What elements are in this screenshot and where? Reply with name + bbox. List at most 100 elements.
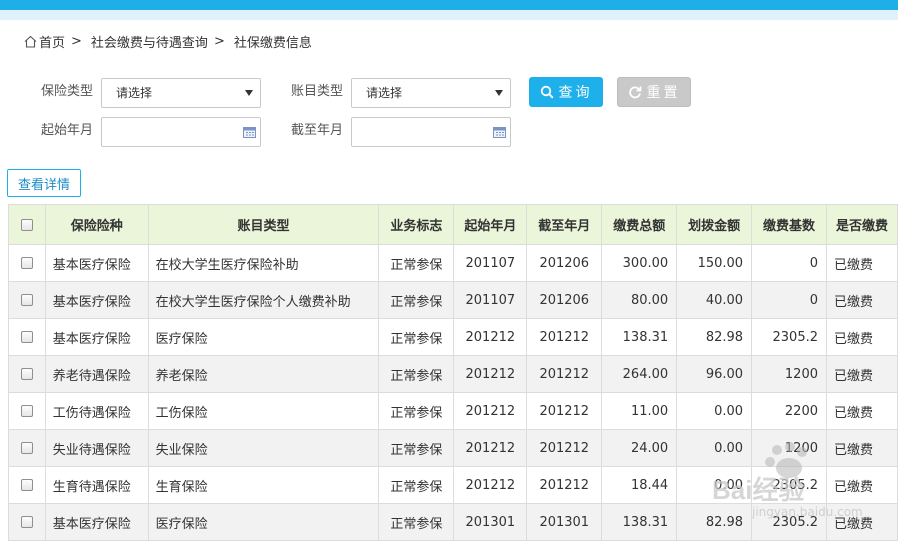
- allocated-amount-cell: 0.00: [676, 392, 753, 430]
- table-row[interactable]: 基本医疗保险 医疗保险 正常参保 201212 201212 138.31 82.98 230…: [8, 318, 898, 356]
- row-select-cell: [8, 355, 46, 393]
- end-month-label: 截至年月: [291, 123, 344, 138]
- business-flag-cell: 正常参保: [378, 318, 455, 356]
- view-details-button[interactable]: 查看详情: [7, 169, 81, 197]
- row-checkbox[interactable]: [20, 405, 33, 417]
- paid-status-cell: 已缴费: [826, 429, 898, 467]
- insurance-kind-cell: 基本医疗保险: [44, 244, 149, 282]
- query-button-label: 查询: [558, 85, 593, 101]
- row-select-cell: [8, 503, 46, 541]
- business-flag-cell: 正常参保: [378, 281, 455, 319]
- account-type-cell: 在校大学生医疗保险补助: [147, 244, 380, 282]
- total-payment-cell: 80.00: [601, 281, 678, 319]
- account-type-value: 请选择: [366, 86, 403, 100]
- refresh-icon: [628, 86, 641, 99]
- insurance-kind-cell: 基本医疗保险: [44, 281, 149, 319]
- row-select-cell: [8, 318, 46, 356]
- paid-status-cell: 已缴费: [826, 281, 898, 319]
- row-checkbox[interactable]: [20, 442, 33, 454]
- account-type-cell: 失业保险: [147, 429, 380, 467]
- row-checkbox[interactable]: [20, 257, 33, 269]
- start-month-label: 起始年月: [41, 123, 94, 138]
- start-month-cell: 201301: [453, 503, 528, 541]
- table-row[interactable]: 工伤待遇保险 工伤保险 正常参保 201212 201212 11.00 0.00 2200 已…: [8, 392, 898, 430]
- row-checkbox[interactable]: [20, 479, 33, 491]
- row-checkbox[interactable]: [20, 294, 33, 306]
- insurance-type-label: 保险类型: [41, 84, 94, 99]
- total-payment-cell: 300.00: [601, 244, 678, 282]
- breadcrumb: 首页 > 社会缴费与待遇查询 > 社保缴费信息: [24, 32, 312, 51]
- table-row[interactable]: 失业待遇保险 失业保险 正常参保 201212 201212 24.00 0.00 1200 已…: [8, 429, 898, 467]
- start-month-cell: 201212: [453, 466, 528, 504]
- breadcrumb-current: 社保缴费信息: [233, 35, 312, 51]
- payment-table: 保险险种 账目类型 业务标志 起始年月 截至年月 缴费总额 划拨金额 缴费基数 …: [8, 204, 898, 541]
- paid-status-cell: 已缴费: [826, 392, 898, 430]
- calendar-icon[interactable]: [243, 126, 256, 138]
- start-month-input[interactable]: [101, 117, 261, 147]
- chevron-down-icon: [495, 90, 503, 96]
- allocated-amount-cell: 82.98: [676, 503, 753, 541]
- business-flag-cell: 正常参保: [378, 503, 455, 541]
- total-payment-cell: 11.00: [601, 392, 678, 430]
- top-accent-band: [0, 10, 898, 20]
- payment-base-cell: 2305.2: [751, 466, 827, 504]
- column-header[interactable]: 划拨金额: [676, 204, 753, 245]
- column-header[interactable]: 账目类型: [147, 204, 380, 245]
- allocated-amount-cell: 40.00: [676, 281, 753, 319]
- start-month-cell: 201107: [453, 281, 528, 319]
- insurance-kind-cell: 养老待遇保险: [44, 355, 149, 393]
- payment-base-cell: 1200: [751, 355, 827, 393]
- table-row[interactable]: 基本医疗保险 医疗保险 正常参保 201301 201301 138.31 82.98 230…: [8, 503, 898, 541]
- column-header[interactable]: 是否缴费: [826, 204, 898, 245]
- business-flag-cell: 正常参保: [378, 355, 455, 393]
- paid-status-cell: 已缴费: [826, 318, 898, 356]
- end-month-cell: 201212: [526, 392, 603, 430]
- account-type-cell: 养老保险: [147, 355, 380, 393]
- query-button[interactable]: 查询: [529, 77, 603, 107]
- column-header[interactable]: 起始年月: [453, 204, 528, 245]
- column-header[interactable]: 缴费基数: [751, 204, 827, 245]
- breadcrumb-separator: >: [71, 33, 82, 49]
- end-month-cell: 201206: [526, 281, 603, 319]
- column-header[interactable]: 业务标志: [378, 204, 455, 245]
- breadcrumb-level1[interactable]: 社会缴费与待遇查询: [91, 32, 208, 51]
- column-header[interactable]: 缴费总额: [601, 204, 678, 245]
- select-all-checkbox[interactable]: [20, 218, 33, 231]
- start-month-cell: 201107: [453, 244, 528, 282]
- row-checkbox[interactable]: [20, 368, 33, 380]
- total-payment-cell: 138.31: [601, 318, 678, 356]
- row-checkbox[interactable]: [20, 516, 33, 528]
- business-flag-cell: 正常参保: [378, 392, 455, 430]
- table-row[interactable]: 养老待遇保险 养老保险 正常参保 201212 201212 264.00 96.00 120…: [8, 355, 898, 393]
- allocated-amount-cell: 0.00: [676, 466, 753, 504]
- breadcrumb-home[interactable]: 首页: [39, 32, 65, 51]
- reset-button[interactable]: 重置: [617, 77, 691, 107]
- table-row[interactable]: 基本医疗保险 在校大学生医疗保险补助 正常参保 201107 201206 300.00 1…: [8, 244, 898, 282]
- payment-base-cell: 1200: [751, 429, 827, 467]
- column-header[interactable]: 保险险种: [44, 204, 149, 245]
- table-row[interactable]: 生育待遇保险 生育保险 正常参保 201212 201212 18.44 0.00 2305.…: [8, 466, 898, 504]
- column-header[interactable]: 截至年月: [526, 204, 603, 245]
- insurance-kind-cell: 基本医疗保险: [44, 503, 149, 541]
- account-type-label: 账目类型: [291, 84, 344, 99]
- table-row[interactable]: 基本医疗保险 在校大学生医疗保险个人缴费补助 正常参保 201107 201206 80.…: [8, 281, 898, 319]
- end-month-cell: 201206: [526, 244, 603, 282]
- row-checkbox[interactable]: [20, 331, 33, 343]
- calendar-icon[interactable]: [493, 126, 506, 138]
- business-flag-cell: 正常参保: [378, 466, 455, 504]
- paid-status-cell: 已缴费: [826, 244, 898, 282]
- breadcrumb-separator: >: [213, 33, 225, 49]
- insurance-type-select[interactable]: 请选择: [101, 78, 261, 108]
- total-payment-cell: 18.44: [601, 466, 678, 504]
- insurance-kind-cell: 工伤待遇保险: [44, 392, 149, 430]
- top-accent-bar: [0, 0, 898, 10]
- select-all-cell: [8, 204, 46, 245]
- business-flag-cell: 正常参保: [378, 244, 455, 282]
- search-icon: [540, 85, 554, 99]
- account-type-cell: 在校大学生医疗保险个人缴费补助: [147, 281, 380, 319]
- paid-status-cell: 已缴费: [826, 466, 898, 504]
- account-type-cell: 生育保险: [147, 466, 380, 504]
- account-type-cell: 医疗保险: [147, 503, 380, 541]
- end-month-input[interactable]: [351, 117, 511, 147]
- account-type-select[interactable]: 请选择: [351, 78, 511, 108]
